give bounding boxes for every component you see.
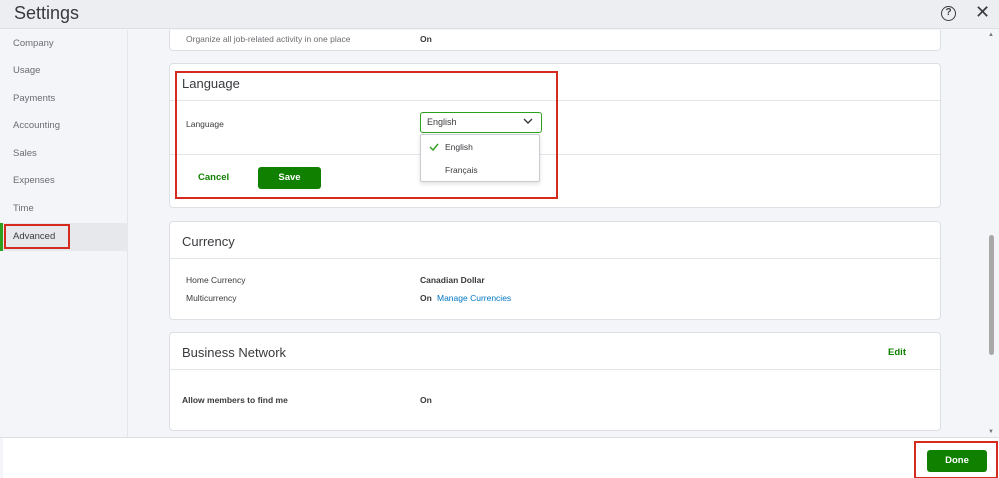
currency-card-title: Currency [182,234,235,249]
allow-members-label: Allow members to find me [182,395,288,405]
divider [170,369,940,370]
multicurrency-label: Multicurrency [186,293,237,303]
checkmark-icon [429,143,439,151]
multicurrency-value: On [420,293,432,303]
dropdown-option-francais[interactable]: Français [421,159,539,181]
sidebar-item-expenses[interactable]: Expenses [0,167,128,195]
edit-button[interactable]: Edit [888,347,906,358]
business-network-card-title: Business Network [182,345,287,360]
settings-content: Organize all job-related activity in one… [129,30,984,437]
sidebar-item-accounting[interactable]: Accounting [0,112,128,140]
page-title: Settings [14,3,80,23]
highlight-box-done [914,441,998,478]
footer-edge [0,438,3,478]
scroll-up-icon[interactable]: ▲ [988,32,994,38]
dropdown-option-label: Français [445,165,478,175]
scrollbar-thumb[interactable] [989,235,994,355]
home-currency-value: Canadian Dollar [420,275,485,285]
help-icon[interactable]: ? [941,6,956,21]
card-currency: Currency Home Currency Canadian Dollar M… [169,221,941,320]
job-tracking-label: Organize all job-related activity in one… [186,34,351,44]
card-job-tracking: Organize all job-related activity in one… [169,30,941,51]
sidebar-item-sales[interactable]: Sales [0,140,128,168]
card-business-network: Business Network Edit Allow members to f… [169,332,941,431]
sidebar-item-company[interactable]: Company [0,30,128,58]
dropdown-option-english[interactable]: English [421,136,539,158]
settings-header: Settings ? ✕ [0,0,999,29]
allow-members-value: On [420,395,432,405]
job-tracking-value: On [420,34,432,44]
scroll-down-icon[interactable]: ▼ [988,429,994,435]
sidebar-item-usage[interactable]: Usage [0,57,128,85]
language-dropdown-menu: English Français [420,134,540,182]
divider [170,258,940,259]
home-currency-label: Home Currency [186,275,246,285]
settings-sidebar: Company Usage Payments Accounting Sales … [0,30,128,437]
sidebar-item-payments[interactable]: Payments [0,85,128,113]
settings-footer: Done [0,437,999,478]
dropdown-option-label: English [445,142,473,152]
close-icon[interactable]: ✕ [975,3,990,21]
manage-currencies-link[interactable]: Manage Currencies [437,293,511,303]
highlight-box-advanced [4,224,70,249]
vertical-scrollbar[interactable]: ▲ ▼ [984,30,999,437]
sidebar-item-time[interactable]: Time [0,195,128,223]
